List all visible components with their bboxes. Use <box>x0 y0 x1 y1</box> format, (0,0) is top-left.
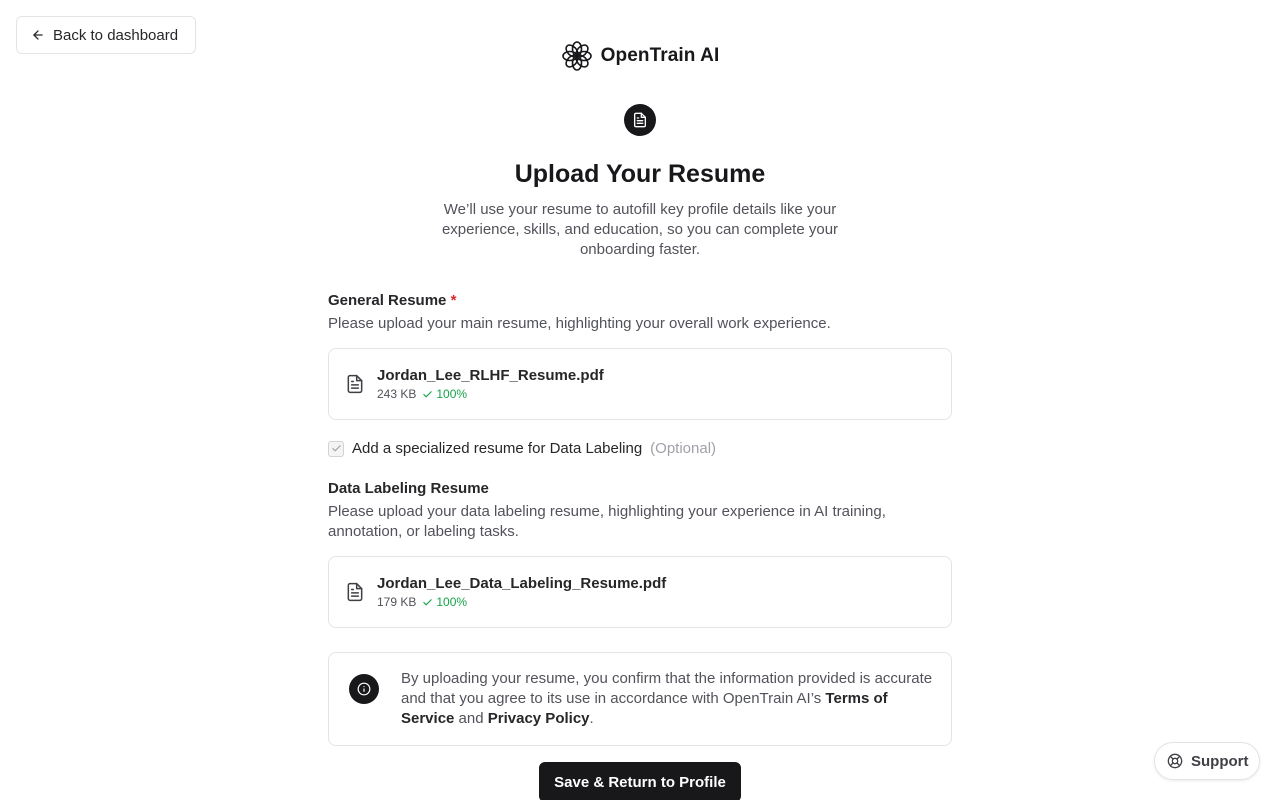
general-resume-file-name: Jordan_Lee_RLHF_Resume.pdf <box>377 367 604 384</box>
file-text-icon <box>347 374 363 394</box>
upload-status: 100% <box>422 595 467 609</box>
data-labeling-resume-label: Data Labeling Resume <box>328 480 489 497</box>
upload-progress: 100% <box>436 595 468 609</box>
lifebuoy-icon <box>1167 753 1183 769</box>
upload-progress: 100% <box>436 387 468 401</box>
specialized-resume-checkbox[interactable] <box>328 440 344 457</box>
support-label: Support <box>1191 752 1249 770</box>
upload-status: 100% <box>422 387 467 401</box>
brand: OpenTrain AI <box>0 40 1280 72</box>
consent-notice: By uploading your resume, you confirm th… <box>328 652 952 746</box>
brand-name: OpenTrain AI <box>600 45 720 66</box>
data-labeling-resume-file-name: Jordan_Lee_Data_Labeling_Resume.pdf <box>377 575 667 592</box>
check-icon <box>423 390 433 397</box>
data-labeling-resume-file-meta: 179 KB 100% <box>377 595 666 609</box>
consent-text-period: . <box>589 710 594 727</box>
general-resume-file-meta: 243 KB 100% <box>377 387 604 401</box>
data-labeling-resume-section: Data Labeling Resume Please upload your … <box>328 480 952 542</box>
consent-text-and: and <box>454 710 488 727</box>
general-resume-label-text: General Resume <box>328 292 447 309</box>
document-icon <box>624 104 656 136</box>
general-resume-description: Please upload your main resume, highligh… <box>328 315 831 332</box>
page-title: Upload Your Resume <box>514 160 766 188</box>
file-text-icon <box>347 582 363 602</box>
page-subtitle: We’ll use your resume to autofill key pr… <box>441 201 839 258</box>
general-resume-file-card[interactable]: Jordan_Lee_RLHF_Resume.pdf 243 KB 100% <box>328 348 952 420</box>
required-mark: * <box>450 292 457 309</box>
support-button[interactable]: Support <box>1154 742 1260 780</box>
flower-logo-icon <box>561 41 592 71</box>
specialized-resume-label: Add a specialized resume for Data Labeli… <box>352 440 643 457</box>
privacy-policy-link[interactable]: Privacy Policy <box>488 710 590 727</box>
data-labeling-resume-description: Please upload your data labeling resume,… <box>328 503 886 540</box>
check-icon <box>331 445 341 452</box>
consent-text: By uploading your resume, you confirm th… <box>401 669 935 745</box>
general-resume-section: General Resume * Please upload your main… <box>328 292 952 334</box>
data-labeling-resume-file-card[interactable]: Jordan_Lee_Data_Labeling_Resume.pdf 179 … <box>328 556 952 628</box>
info-icon <box>349 674 379 704</box>
file-size: 243 KB <box>377 387 417 401</box>
specialized-resume-option[interactable]: Add a specialized resume for Data Labeli… <box>328 440 952 457</box>
save-and-return-button[interactable]: Save & Return to Profile <box>539 762 741 800</box>
general-resume-label: General Resume * <box>328 292 952 309</box>
optional-label: (Optional) <box>650 440 717 457</box>
file-size: 179 KB <box>377 595 417 609</box>
check-icon <box>423 598 433 605</box>
